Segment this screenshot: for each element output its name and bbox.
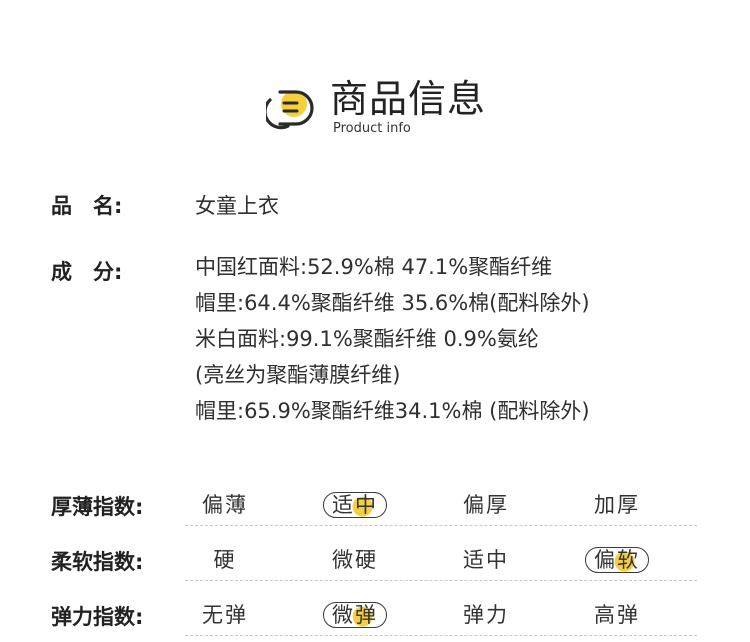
index-option-selected: 适中	[295, 489, 415, 521]
dashed-divider	[185, 635, 697, 636]
document-lines-icon	[266, 90, 314, 130]
composition-line: 中国红面料:52.9%棉 47.1%聚酯纤维	[195, 255, 553, 279]
index-option-label: 适中	[332, 493, 378, 517]
index-option-selected: 微弹	[295, 599, 415, 631]
index-option-label: 微弹	[332, 603, 378, 627]
page-title: 商品信息	[330, 77, 487, 121]
product-name-label: 品 名:	[51, 194, 123, 218]
index-option-label: 偏厚	[463, 493, 509, 517]
index-option: 高弹	[557, 599, 677, 631]
index-option-label: 弹力	[463, 603, 509, 627]
index-option-label: 高弹	[594, 603, 640, 627]
composition-line: 帽里:64.4%聚酯纤维 35.6%棉(配料除外)	[195, 291, 590, 315]
index-option: 硬	[165, 544, 285, 576]
index-option-label: 适中	[463, 548, 509, 572]
index-option: 适中	[426, 544, 546, 576]
product-name-value: 女童上衣	[195, 194, 279, 218]
dashed-divider	[185, 580, 697, 581]
index-option: 弹力	[426, 599, 546, 631]
composition-line: 米白面料:99.1%聚酯纤维 0.9%氨纶	[195, 327, 539, 351]
section-header: 商品信息 Product info	[0, 0, 750, 150]
index-label: 厚薄指数:	[51, 495, 144, 519]
index-option-label: 偏薄	[202, 493, 248, 517]
index-option-label: 无弹	[202, 603, 248, 627]
composition-line: (亮丝为聚酯薄膜纤维)	[195, 363, 401, 387]
index-option: 加厚	[557, 489, 677, 521]
composition-line: 帽里:65.9%聚酯纤维34.1%棉 (配料除外)	[195, 399, 590, 423]
index-label: 弹力指数:	[51, 605, 144, 629]
index-option-label: 硬	[213, 548, 237, 572]
index-label: 柔软指数:	[51, 550, 144, 574]
index-option-label: 加厚	[594, 493, 640, 517]
composition-label: 成 分:	[51, 260, 123, 284]
index-option: 微硬	[295, 544, 415, 576]
dashed-divider	[185, 525, 697, 526]
index-option: 无弹	[165, 599, 285, 631]
index-option-label: 微硬	[332, 548, 378, 572]
index-option: 偏薄	[165, 489, 285, 521]
index-option: 偏厚	[426, 489, 546, 521]
page-subtitle: Product info	[333, 121, 411, 136]
index-option-label: 偏软	[594, 548, 640, 572]
index-option-selected: 偏软	[557, 544, 677, 576]
